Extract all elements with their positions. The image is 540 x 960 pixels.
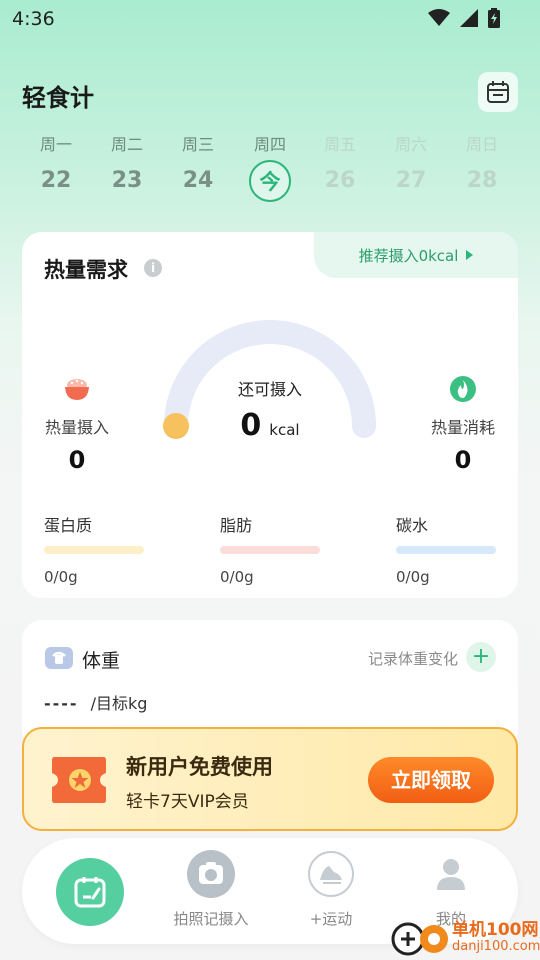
signal-icon: [460, 9, 478, 27]
day-mon[interactable]: 周一 22: [21, 132, 91, 204]
watermark-title: 单机100网: [452, 920, 539, 940]
day-date: 26: [324, 168, 356, 193]
nav-photo[interactable]: 拍照记摄入: [156, 850, 266, 929]
macro-amount: 0/0g: [396, 568, 430, 586]
day-tue[interactable]: 周二 23: [92, 132, 162, 204]
person-icon: [437, 859, 465, 890]
day-date: 24: [182, 168, 214, 193]
flame-icon: [450, 376, 476, 402]
calendar-button[interactable]: [478, 72, 518, 112]
day-date: 28: [466, 168, 498, 193]
status-time: 4:36: [12, 8, 55, 30]
week-selector: 周一 22 周二 23 周三 24 周四 今 周五 26 周六 27 周日 28: [20, 132, 520, 212]
day-fri[interactable]: 周五 26: [305, 132, 375, 204]
remaining-value: 0 kcal: [172, 408, 368, 443]
macro-amount: 0/0g: [220, 568, 254, 586]
ticket-icon: [52, 757, 106, 803]
battery-icon: [488, 8, 500, 28]
status-icons: [428, 8, 500, 28]
calorie-title: 热量需求: [44, 258, 128, 282]
calorie-card: 热量需求 i 推荐摄入0kcal 还可摄入 0 kcal 热量摄入 0 热量消耗 …: [22, 232, 518, 598]
remaining-label: 还可摄入: [237, 380, 302, 399]
macro-bar: [44, 546, 144, 554]
today-marker: 今: [249, 160, 291, 202]
macro-fat: 脂肪 0/0g: [220, 512, 330, 586]
macro-bar: [396, 546, 496, 554]
day-weekday: 周一: [39, 135, 72, 154]
day-thu-today[interactable]: 周四 今: [235, 132, 305, 202]
status-bar: 4:36: [0, 0, 540, 40]
nav-exercise-label: +运动: [309, 910, 353, 928]
add-weight-button[interactable]: +: [466, 642, 496, 672]
day-date: 22: [40, 168, 72, 193]
macro-bar: [220, 546, 320, 554]
camera-icon: [187, 850, 235, 898]
day-date: 27: [395, 168, 427, 193]
calendar-icon: [487, 81, 509, 103]
intake-stat[interactable]: 热量摄入 0: [22, 374, 132, 474]
day-weekday: 周四: [253, 135, 286, 154]
recommend-intake-label: 推荐摄入0kcal: [358, 246, 459, 265]
day-weekday: 周五: [323, 135, 356, 154]
day-weekday: 周日: [465, 135, 498, 154]
burned-value: 0: [454, 446, 472, 474]
intake-value: 0: [68, 446, 86, 474]
nav-photo-label: 拍照记摄入: [173, 910, 249, 928]
vip-promo-banner[interactable]: 新用户免费使用 轻卡7天VIP会员 立即领取: [22, 727, 518, 831]
macro-protein: 蛋白质 0/0g: [44, 512, 154, 586]
day-wed[interactable]: 周三 24: [163, 132, 233, 204]
day-sun[interactable]: 周日 28: [447, 132, 517, 204]
diary-icon: [74, 877, 106, 908]
watermark-logo: [391, 922, 448, 956]
weight-target: /目标kg: [90, 694, 148, 713]
nav-exercise[interactable]: +运动: [276, 850, 386, 929]
app-title: 轻食计: [22, 84, 94, 112]
weight-title: 体重: [82, 650, 121, 672]
macro-name: 蛋白质: [44, 516, 93, 535]
macro-amount: 0/0g: [44, 568, 78, 586]
recommend-intake-link[interactable]: 推荐摄入0kcal: [314, 232, 518, 278]
macro-carbs: 碳水 0/0g: [396, 512, 506, 586]
arrow-right-icon: [466, 250, 474, 260]
nav-diary-button[interactable]: [56, 858, 124, 926]
promo-title: 新用户免费使用: [126, 755, 273, 779]
burned-stat[interactable]: 热量消耗 0: [408, 374, 518, 474]
day-date: 23: [111, 168, 143, 193]
watermark: 单机100网 danji100.com: [390, 915, 540, 960]
day-weekday: 周二: [110, 135, 143, 154]
remaining-unit: kcal: [269, 421, 300, 439]
info-icon[interactable]: i: [144, 259, 162, 277]
day-sat[interactable]: 周六 27: [376, 132, 446, 204]
record-weight-link[interactable]: 记录体重变化: [368, 648, 458, 669]
wifi-icon: [428, 9, 450, 26]
remaining-number: 0: [240, 408, 262, 443]
scale-icon: [45, 647, 73, 669]
day-weekday: 周六: [394, 135, 427, 154]
promo-subtitle: 轻卡7天VIP会员: [126, 792, 249, 812]
weight-current: ----: [44, 694, 79, 713]
day-weekday: 周三: [181, 135, 214, 154]
macro-name: 脂肪: [220, 516, 253, 535]
macro-name: 碳水: [396, 516, 429, 535]
running-shoe-icon: [308, 851, 354, 897]
burned-label: 热量消耗: [430, 418, 495, 437]
watermark-url: danji100.com: [452, 939, 540, 954]
rice-bowl-icon: [65, 379, 89, 400]
weight-value: ---- /目标kg: [44, 690, 147, 714]
intake-label: 热量摄入: [44, 418, 109, 437]
claim-button[interactable]: 立即领取: [368, 757, 494, 803]
